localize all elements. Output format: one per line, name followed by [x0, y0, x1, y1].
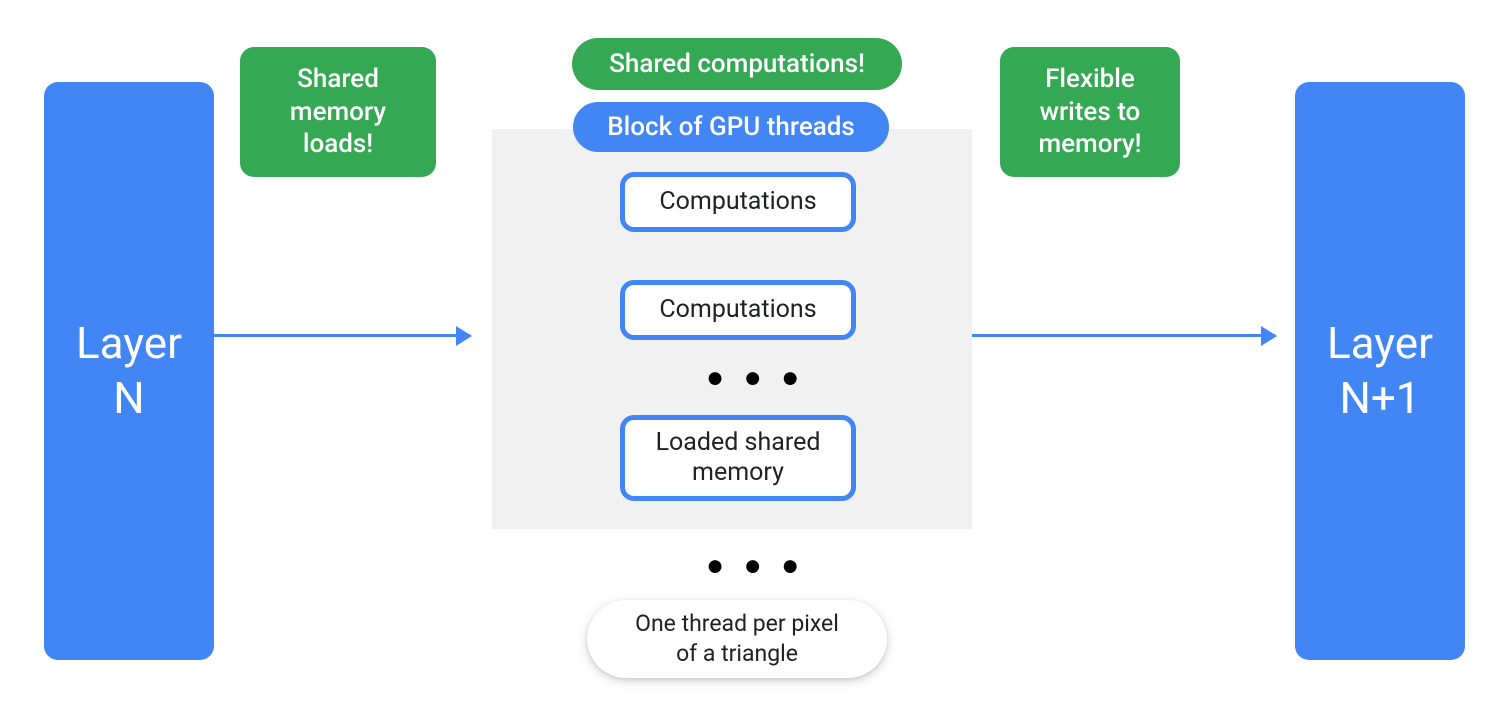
- computation-box-2: Computations: [620, 280, 856, 340]
- caption-text: One thread per pixel of a triangle: [635, 609, 839, 669]
- computation-box-1: Computations: [620, 172, 856, 232]
- computation-box-1-text: Computations: [659, 187, 816, 217]
- callout-shared-computations-text: Shared computations!: [609, 48, 865, 81]
- callout-shared-computations: Shared computations!: [572, 38, 902, 90]
- computation-box-2-text: Computations: [659, 295, 816, 325]
- caption-pill: One thread per pixel of a triangle: [587, 600, 887, 678]
- callout-shared-loads-text: Shared memory loads!: [290, 63, 386, 161]
- ellipsis-outer: ● ● ●: [706, 548, 805, 583]
- loaded-shared-memory-text: Loaded shared memory: [631, 428, 845, 488]
- arrow-right: [972, 334, 1275, 337]
- arrow-left: [214, 334, 470, 337]
- loaded-shared-memory-box: Loaded shared memory: [620, 415, 856, 501]
- layer-n1-box: Layer N+1: [1295, 82, 1465, 660]
- callout-flexible-writes: Flexible writes to memory!: [1000, 47, 1180, 177]
- block-title-text: Block of GPU threads: [607, 112, 855, 142]
- block-title-pill: Block of GPU threads: [573, 102, 889, 152]
- ellipsis-inner: ● ● ●: [706, 360, 805, 395]
- layer-n-label: Layer N: [76, 316, 182, 426]
- callout-flexible-writes-text: Flexible writes to memory!: [1038, 63, 1141, 161]
- callout-shared-loads: Shared memory loads!: [240, 47, 436, 177]
- layer-n1-label: Layer N+1: [1327, 316, 1433, 426]
- layer-n-box: Layer N: [44, 82, 214, 660]
